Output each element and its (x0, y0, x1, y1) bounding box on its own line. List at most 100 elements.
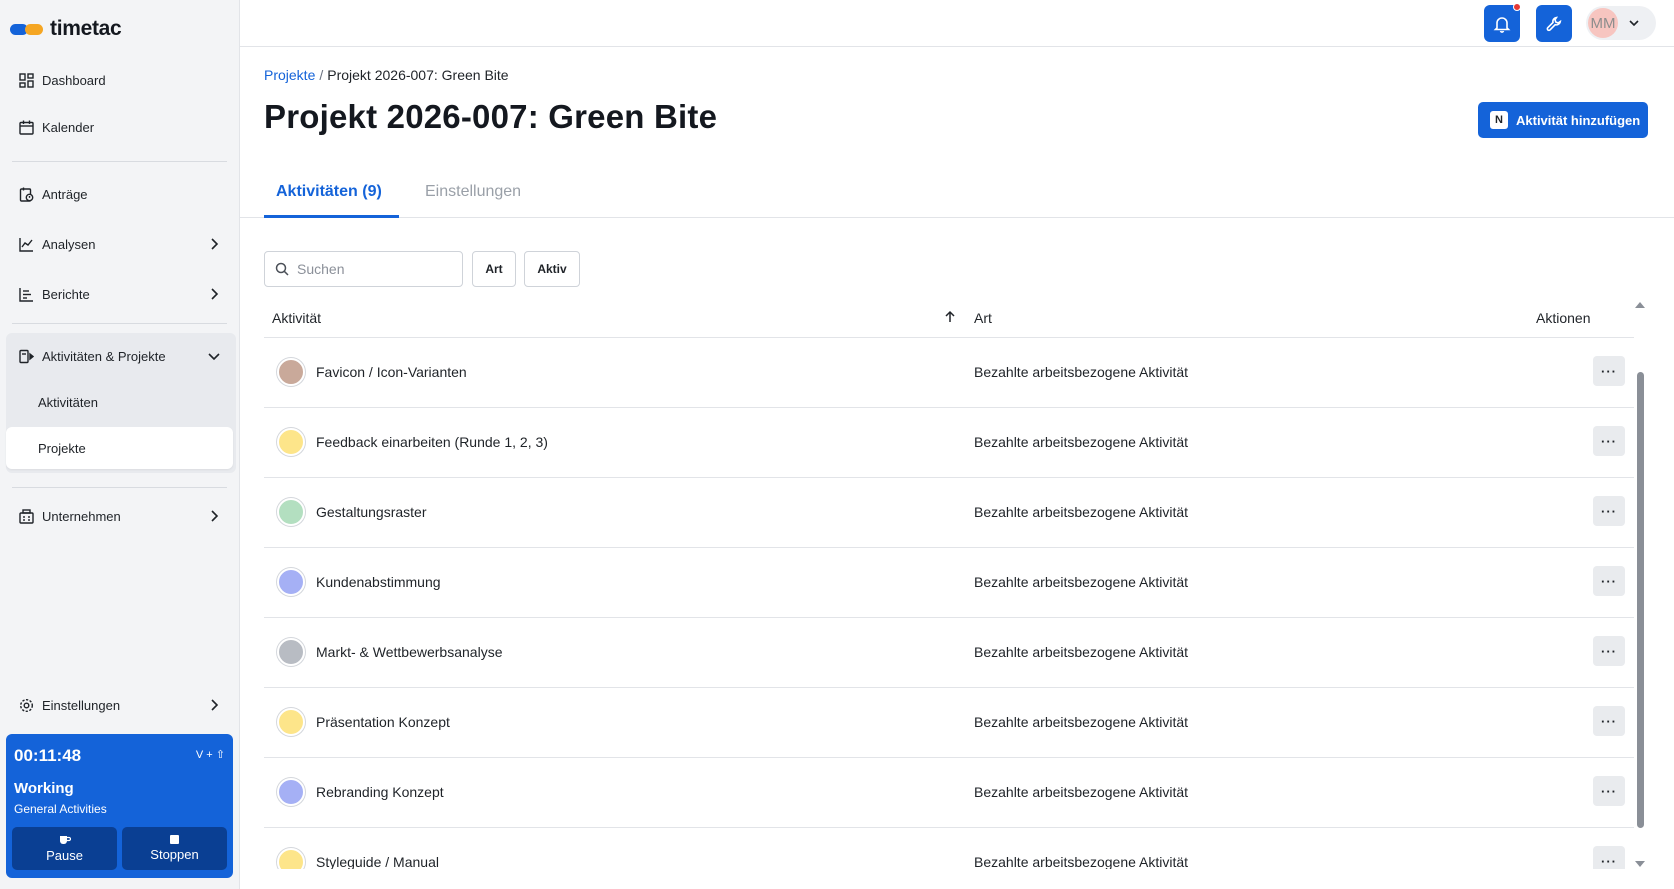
sidebar-item-kalender[interactable]: Kalender (6, 105, 233, 149)
timer-status: Working (14, 780, 74, 797)
activity-color-dot (277, 848, 305, 869)
sidebar-item-berichte[interactable]: Berichte (6, 272, 233, 316)
breadcrumb-link-projekte[interactable]: Projekte (264, 67, 315, 83)
sidebar-item-label: Analysen (42, 236, 96, 252)
table-body: Favicon / Icon-Varianten Bezahlte arbeit… (264, 338, 1634, 869)
activity-color-dot (277, 428, 305, 456)
table-row[interactable]: Markt- & Wettbewerbsanalyse Bezahlte arb… (264, 618, 1634, 688)
sidebar-item-label: Anträge (42, 186, 88, 202)
activity-type: Bezahlte arbeitsbezogene Aktivität (974, 434, 1189, 450)
stop-button[interactable]: Stoppen (122, 827, 227, 870)
activity-type: Bezahlte arbeitsbezogene Aktivität (974, 714, 1189, 730)
tab-aktivitaeten[interactable]: Aktivitäten (9) (276, 183, 382, 201)
chevron-right-icon (211, 288, 219, 300)
coffee-icon (59, 835, 71, 844)
sidebar-item-unternehmen[interactable]: Unternehmen (6, 494, 233, 538)
scroll-down-icon[interactable] (1635, 861, 1645, 867)
table-row[interactable]: Rebranding Konzept Bezahlte arbeitsbezog… (264, 758, 1634, 828)
wrench-icon (1546, 16, 1562, 31)
scrollbar-thumb[interactable] (1637, 372, 1644, 828)
activity-name: Styleguide / Manual (316, 854, 439, 869)
row-actions-button[interactable]: ··· (1593, 566, 1625, 596)
row-actions-button[interactable]: ··· (1593, 846, 1625, 869)
notifications-button[interactable] (1484, 3, 1521, 42)
sidebar-divider (12, 161, 227, 162)
page-title: Projekt 2026-007: Green Bite (264, 98, 718, 135)
sidebar-item-aktivitaeten-projekte[interactable]: Aktivitäten & Projekte (6, 334, 233, 378)
sidebar-item-einstellungen[interactable]: Einstellungen (6, 683, 233, 727)
sidebar-item-dashboard[interactable]: Dashboard (6, 58, 233, 102)
table-row[interactable]: Feedback einarbeiten (Runde 1, 2, 3) Bez… (264, 408, 1634, 478)
activity-color-dot (277, 708, 305, 736)
logo-text: timetac (50, 17, 122, 40)
company-icon (18, 508, 34, 524)
add-activity-button-label: Aktivität hinzufügen (1516, 112, 1641, 128)
chevron-down-icon (1629, 20, 1639, 27)
dashboard-icon (18, 72, 34, 88)
pause-button[interactable]: Pause (12, 827, 117, 870)
table-row[interactable]: Kundenabstimmung Bezahlte arbeitsbezogen… (264, 548, 1634, 618)
table-row[interactable]: Favicon / Icon-Varianten Bezahlte arbeit… (264, 338, 1634, 408)
bell-icon (1493, 16, 1511, 33)
table-row[interactable]: Styleguide / Manual Bezahlte arbeitsbezo… (264, 828, 1634, 869)
user-menu[interactable]: MM (1586, 6, 1656, 40)
tools-button[interactable] (1536, 5, 1572, 42)
reports-icon (18, 286, 34, 302)
chevron-right-icon (211, 238, 219, 250)
sidebar-item-label: Unternehmen (42, 508, 121, 524)
row-actions-button[interactable]: ··· (1593, 356, 1625, 386)
add-activity-button[interactable]: N Aktivität hinzufügen (1478, 102, 1648, 138)
row-actions-button[interactable]: ··· (1593, 496, 1625, 526)
activity-name: Rebranding Konzept (316, 784, 444, 800)
activity-color-dot (277, 568, 305, 596)
search-input[interactable] (297, 261, 447, 277)
row-actions-button[interactable]: ··· (1593, 706, 1625, 736)
filter-aktiv-button[interactable]: Aktiv (524, 251, 580, 287)
filter-art-button[interactable]: Art (472, 251, 516, 287)
activity-color-dot (277, 498, 305, 526)
calendar-icon (18, 119, 34, 135)
sidebar-item-antraege[interactable]: Anträge (6, 172, 233, 216)
sidebar-item-label: Berichte (42, 286, 90, 302)
activity-color-dot (277, 778, 305, 806)
sidebar-subitem-projekte[interactable]: Projekte (6, 427, 233, 469)
sort-ascending-icon[interactable] (943, 310, 957, 324)
activity-type: Bezahlte arbeitsbezogene Aktivität (974, 784, 1189, 800)
activities-icon (18, 348, 34, 364)
sidebar-subitem-label: Projekte (38, 440, 86, 456)
avatar: MM (1588, 8, 1618, 38)
scroll-up-icon[interactable] (1635, 302, 1645, 308)
sidebar-item-label: Dashboard (42, 72, 106, 88)
chevron-right-icon (211, 699, 219, 711)
requests-icon (18, 186, 34, 202)
analytics-icon (18, 236, 34, 252)
activity-type: Bezahlte arbeitsbezogene Aktivität (974, 574, 1189, 590)
sidebar-item-analysen[interactable]: Analysen (6, 222, 233, 266)
notification-badge (1513, 3, 1521, 11)
top-bar: MM (240, 0, 1674, 47)
row-actions-button[interactable]: ··· (1593, 776, 1625, 806)
activity-name: Favicon / Icon-Varianten (316, 364, 467, 380)
activity-name: Feedback einarbeiten (Runde 1, 2, 3) (316, 434, 548, 450)
row-actions-button[interactable]: ··· (1593, 426, 1625, 456)
timer-elapsed: 00:11:48 (14, 746, 82, 765)
column-header-art[interactable]: Art (974, 310, 992, 326)
time-tracker-widget: 00:11:48 V + ⇧ Working General Activitie… (6, 734, 233, 878)
logo[interactable]: timetac (10, 16, 122, 42)
table-row[interactable]: Präsentation Konzept Bezahlte arbeitsbez… (264, 688, 1634, 758)
table-row[interactable]: Gestaltungsraster Bezahlte arbeitsbezoge… (264, 478, 1634, 548)
column-header-aktionen: Aktionen (1536, 310, 1591, 326)
activity-type: Bezahlte arbeitsbezogene Aktivität (974, 504, 1189, 520)
sidebar-item-label: Aktivitäten & Projekte (42, 348, 166, 364)
sidebar-subitem-aktivitaeten[interactable]: Aktivitäten (6, 381, 233, 423)
tab-einstellungen[interactable]: Einstellungen (425, 183, 521, 201)
search-field[interactable] (264, 251, 463, 287)
activity-name: Gestaltungsraster (316, 504, 427, 520)
column-header-aktivitaet[interactable]: Aktivität (272, 310, 321, 326)
chevron-down-icon (208, 353, 220, 361)
activity-color-dot (277, 358, 305, 386)
sidebar-divider (12, 487, 227, 488)
activity-color-dot (277, 638, 305, 666)
row-actions-button[interactable]: ··· (1593, 636, 1625, 666)
table-scrollbar[interactable] (1634, 300, 1646, 869)
